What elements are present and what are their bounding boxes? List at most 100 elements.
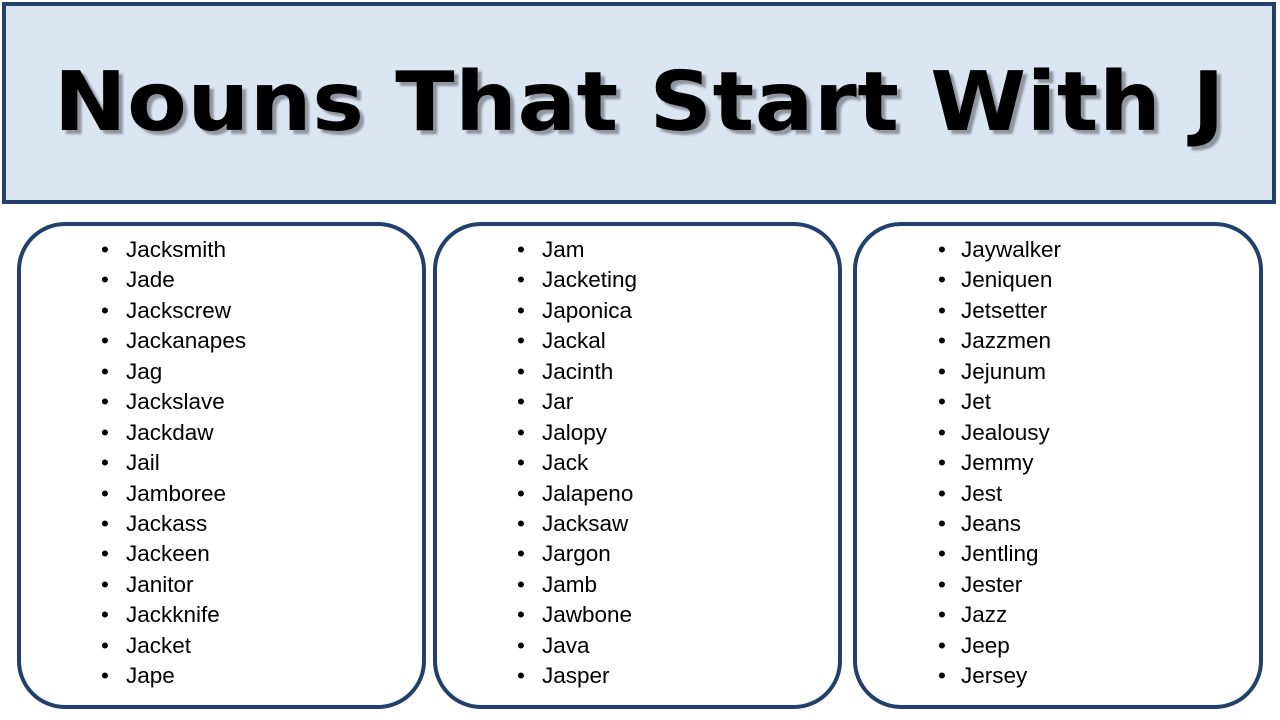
bullet-icon: •: [517, 663, 525, 689]
bullet-icon: •: [517, 510, 525, 536]
word-label: Jeniquen: [961, 267, 1053, 293]
list-item: • Jag: [21, 357, 422, 387]
list-item: • Jamboree: [21, 479, 422, 509]
word-label: Jackass: [126, 510, 208, 536]
list-item: • Jalapeno: [437, 479, 838, 509]
word-label: Jail: [126, 450, 160, 476]
bullet-icon: •: [101, 510, 109, 536]
bullet-icon: •: [938, 358, 946, 384]
list-item: • Jeniquen: [857, 265, 1259, 295]
list-item: • Jalopy: [437, 418, 838, 448]
list-item: • Jacket: [21, 631, 422, 661]
word-label: Jawbone: [542, 602, 633, 628]
list-item: • Jawbone: [437, 600, 838, 630]
bullet-icon: •: [517, 237, 525, 262]
bullet-icon: •: [517, 602, 525, 628]
bullet-icon: •: [101, 541, 109, 567]
word-card-column-2: • Jam • Jacketing • Japonica • Jackal • Jacinth • J…: [433, 222, 842, 709]
word-label: Jamb: [542, 571, 598, 597]
word-label: Jacket: [126, 632, 192, 658]
word-label: Jackanapes: [126, 328, 247, 354]
word-label: Jest: [961, 480, 1003, 506]
list-item: • Jackal: [437, 326, 838, 356]
list-item: • Jersey: [857, 661, 1259, 691]
bullet-icon: •: [938, 632, 946, 658]
word-card-column-1: • Jacksmith • Jade • Jackscrew • Jackanapes • Jag…: [17, 222, 426, 709]
bullet-icon: •: [517, 297, 525, 323]
page-root: Nouns That Start With J • Jacksmith • Jade •…: [0, 0, 1280, 720]
list-item: • Jamb: [437, 570, 838, 600]
bullet-icon: •: [517, 328, 525, 354]
list-item: • Jam: [437, 235, 838, 265]
bullet-icon: •: [101, 571, 109, 597]
word-list-column-3: • Jaywalker • Jeniquen • Jetsetter • Jazzmen • Je…: [857, 235, 1259, 692]
bullet-icon: •: [938, 663, 946, 689]
word-label: Jemmy: [961, 450, 1034, 476]
word-label: Jackdaw: [126, 419, 214, 445]
word-label: Jasper: [542, 663, 610, 689]
word-label: Jazz: [961, 602, 1008, 628]
bullet-icon: •: [517, 450, 525, 476]
word-label: Jaywalker: [961, 237, 1062, 262]
word-label: Jacksaw: [542, 510, 629, 536]
word-label: Jetsetter: [961, 297, 1048, 323]
bullet-icon: •: [938, 328, 946, 354]
bullet-icon: •: [938, 571, 946, 597]
list-item: • Jester: [857, 570, 1259, 600]
list-item: • Jacketing: [437, 265, 838, 295]
list-item: • Jar: [437, 387, 838, 417]
word-label: Jealousy: [961, 419, 1050, 445]
list-item: • Jetsetter: [857, 296, 1259, 326]
list-item: • Jejunum: [857, 357, 1259, 387]
list-item: • Jackknife: [21, 600, 422, 630]
bullet-icon: •: [938, 237, 946, 262]
word-label: Jag: [126, 358, 163, 384]
list-item: • Jape: [21, 661, 422, 691]
list-item: • Jackanapes: [21, 326, 422, 356]
word-label: Jargon: [542, 541, 611, 567]
bullet-icon: •: [517, 632, 525, 658]
word-label: Jazzmen: [961, 328, 1052, 354]
bullet-icon: •: [101, 419, 109, 445]
list-item: • Jargon: [437, 539, 838, 569]
word-label: Jape: [126, 663, 175, 689]
bullet-icon: •: [938, 389, 946, 415]
bullet-icon: •: [517, 419, 525, 445]
word-label: Jersey: [961, 663, 1028, 689]
list-item: • Java: [437, 631, 838, 661]
word-label: Jacketing: [542, 267, 638, 293]
list-item: • Jail: [21, 448, 422, 478]
word-label: Jamboree: [126, 480, 227, 506]
word-label: Java: [542, 632, 590, 658]
bullet-icon: •: [101, 297, 109, 323]
word-label: Jade: [126, 267, 175, 293]
word-label: Jackslave: [126, 389, 225, 415]
bullet-icon: •: [517, 267, 525, 293]
word-label: Jester: [961, 571, 1023, 597]
list-item: • Japonica: [437, 296, 838, 326]
list-item: • Jeep: [857, 631, 1259, 661]
bullet-icon: •: [938, 450, 946, 476]
word-label: Jeans: [961, 510, 1022, 536]
list-item: • Jazzmen: [857, 326, 1259, 356]
word-label: Janitor: [126, 571, 194, 597]
page-title: Nouns That Start With J: [53, 55, 1225, 150]
bullet-icon: •: [101, 358, 109, 384]
bullet-icon: •: [938, 267, 946, 293]
word-label: Jar: [542, 389, 574, 415]
list-item: • Jemmy: [857, 448, 1259, 478]
list-item: • Jack: [437, 448, 838, 478]
word-list-column-1: • Jacksmith • Jade • Jackscrew • Jackanapes • Jag…: [21, 235, 422, 692]
bullet-icon: •: [101, 237, 109, 262]
bullet-icon: •: [101, 480, 109, 506]
list-item: • Jaywalker: [857, 235, 1259, 265]
word-label: Jackal: [542, 328, 606, 354]
bullet-icon: •: [938, 297, 946, 323]
word-label: Jackeen: [126, 541, 210, 567]
list-item: • Jeans: [857, 509, 1259, 539]
word-list-column-2: • Jam • Jacketing • Japonica • Jackal • Jacinth • J…: [437, 235, 838, 692]
bullet-icon: •: [101, 450, 109, 476]
list-item: • Jacksaw: [437, 509, 838, 539]
bullet-icon: •: [517, 358, 525, 384]
list-item: • Jet: [857, 387, 1259, 417]
